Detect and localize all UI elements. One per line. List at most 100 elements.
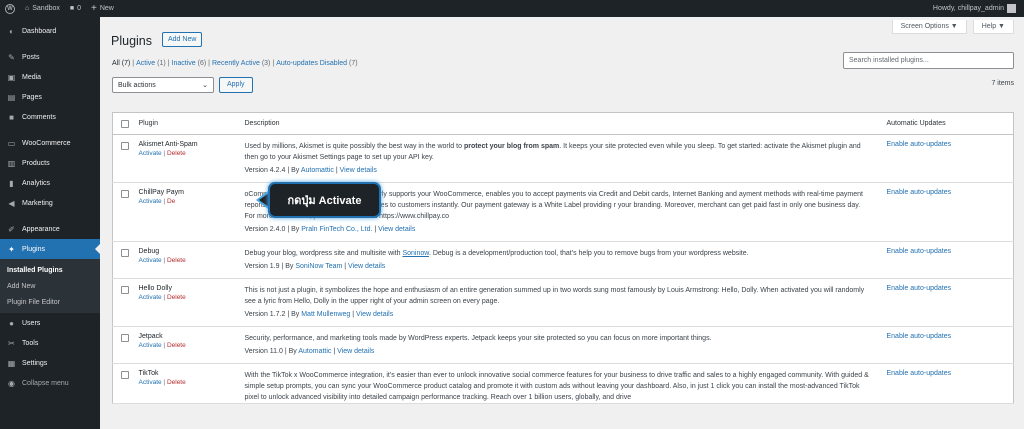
plugins-table: Plugin Description Automatic Updates Aki…	[112, 112, 1014, 404]
view-details-link[interactable]: View details	[340, 167, 377, 174]
menu-tools[interactable]: ✂ Tools	[0, 333, 100, 353]
menu-label: WooCommerce	[22, 139, 71, 147]
delete-link[interactable]: Delete	[167, 150, 186, 157]
delete-link[interactable]: Delete	[167, 257, 186, 264]
new-content-menu[interactable]: + New	[86, 0, 119, 17]
enable-auto-updates-link[interactable]: Enable auto-updates	[878, 363, 1014, 404]
row-checkbox[interactable]	[121, 190, 129, 198]
activate-link[interactable]: Activate	[139, 150, 162, 157]
bulk-actions-select[interactable]: Bulk actions ⌄	[112, 77, 214, 93]
apply-button[interactable]: Apply	[219, 77, 253, 93]
menu-users[interactable]: ● Users	[0, 313, 100, 333]
author-link[interactable]: Automattic	[301, 167, 334, 174]
table-row: Akismet Anti-Spam Activate | Delete Used…	[112, 134, 1014, 183]
filter-active[interactable]: Active (1)	[136, 60, 166, 67]
activate-link[interactable]: Activate	[139, 294, 162, 301]
comments-menu[interactable]: ■ 0	[65, 0, 86, 17]
menu-marketing[interactable]: ◀ Marketing	[0, 193, 100, 213]
activate-link[interactable]: Activate	[139, 379, 162, 386]
home-icon: ⌂	[25, 5, 30, 12]
my-account-menu[interactable]: Howdy, chillpay_admin	[933, 4, 1024, 13]
plugin-status-filters: All (7) | Active (1) | Inactive (6) | Re…	[112, 60, 358, 67]
column-plugin: Plugin	[132, 112, 245, 135]
menu-plugins[interactable]: ✦ Plugins	[0, 239, 100, 259]
wrench-icon: ✂	[8, 338, 15, 348]
items-count: 7 items	[991, 80, 1014, 87]
menu-pages[interactable]: ▤ Pages	[0, 87, 100, 107]
select-all-checkbox[interactable]	[121, 120, 129, 128]
submenu-installed-plugins[interactable]: Installed Plugins	[0, 262, 100, 278]
menu-analytics[interactable]: ▮ Analytics	[0, 173, 100, 193]
menu-collapse[interactable]: ◉ Collapse menu	[0, 373, 100, 393]
author-link[interactable]: Matt Mullenweg	[301, 311, 350, 318]
enable-auto-updates-link[interactable]: Enable auto-updates	[878, 134, 1014, 183]
plugin-description: With the TikTok x WooCommerce integratio…	[244, 372, 869, 401]
row-checkbox[interactable]	[121, 286, 129, 294]
screen-options-button[interactable]: Screen Options ▼	[891, 20, 967, 34]
filter-recently-active[interactable]: Recently Active (3)	[212, 60, 270, 67]
delete-link[interactable]: De	[167, 198, 175, 205]
soninow-link[interactable]: Soninow	[402, 250, 428, 257]
view-details-link[interactable]: View details	[337, 348, 374, 355]
avatar	[1007, 4, 1016, 13]
menu-settings[interactable]: ▦ Settings	[0, 353, 100, 373]
screen-meta-links: Screen Options ▼ Help ▼	[891, 20, 1014, 34]
row-checkbox[interactable]	[121, 142, 129, 150]
activate-link[interactable]: Activate	[139, 198, 162, 205]
view-details-link[interactable]: View details	[378, 226, 415, 233]
megaphone-icon: ◀	[8, 198, 15, 208]
plugin-description: Used by millions, Akismet is quite possi…	[244, 143, 861, 161]
delete-link[interactable]: Delete	[167, 379, 186, 386]
plugin-version-line: Version 11.0 | By Automattic | View deta…	[244, 348, 375, 355]
menu-label: Products	[22, 159, 50, 167]
enable-auto-updates-link[interactable]: Enable auto-updates	[878, 241, 1014, 279]
row-checkbox[interactable]	[121, 371, 129, 379]
add-new-button[interactable]: Add New	[162, 32, 203, 47]
plugin-version-line: Version 4.2.4 | By Automattic | View det…	[244, 167, 377, 174]
row-checkbox[interactable]	[121, 249, 129, 257]
author-link[interactable]: Automattic	[298, 348, 331, 355]
dashboard-icon: ◐	[9, 26, 14, 36]
admin-sidebar: ◐ Dashboard ✎ Posts ▣ Media ▤ Pages ■ Co…	[0, 17, 100, 429]
menu-comments[interactable]: ■ Comments	[0, 107, 100, 127]
menu-products[interactable]: ▥ Products	[0, 153, 100, 173]
wp-logo-menu[interactable]: W	[0, 0, 20, 17]
tutorial-callout: กดปุ่ม Activate	[270, 184, 379, 216]
menu-label: Marketing	[22, 199, 53, 207]
activate-link[interactable]: Activate	[139, 342, 162, 349]
delete-link[interactable]: Delete	[167, 294, 186, 301]
user-icon: ●	[9, 318, 14, 328]
filter-auto-updates-disabled[interactable]: Auto-updates Disabled (7)	[276, 60, 357, 67]
table-row: Jetpack Activate | Delete Security, perf…	[112, 326, 1014, 364]
search-input[interactable]: Search installed plugins...	[843, 52, 1014, 69]
plugin-name: Jetpack	[138, 333, 163, 340]
view-details-link[interactable]: View details	[356, 311, 393, 318]
page-title: Plugins	[111, 34, 152, 48]
table-row: Hello Dolly Activate | Delete This is no…	[112, 278, 1014, 327]
plugin-description: Debug your blog, wordpress site and mult…	[244, 250, 749, 257]
site-name-menu[interactable]: ⌂ Sandbox	[20, 0, 65, 17]
filter-all[interactable]: All (7)	[112, 60, 130, 67]
menu-label: Plugins	[22, 245, 45, 253]
main-content: Screen Options ▼ Help ▼ Plugins Add New …	[100, 17, 1024, 429]
plugin-name: TikTok	[138, 370, 159, 377]
submenu-add-new[interactable]: Add New	[0, 278, 100, 294]
plugin-description: This is not just a plugin, it symbolizes…	[244, 287, 865, 305]
author-link[interactable]: SoniNow Team	[295, 263, 342, 270]
enable-auto-updates-link[interactable]: Enable auto-updates	[878, 278, 1014, 327]
menu-woocommerce[interactable]: ▭ WooCommerce	[0, 133, 100, 153]
author-link[interactable]: Praln FinTech Co., Ltd.	[301, 226, 372, 233]
menu-posts[interactable]: ✎ Posts	[0, 47, 100, 67]
activate-link[interactable]: Activate	[139, 257, 162, 264]
enable-auto-updates-link[interactable]: Enable auto-updates	[878, 326, 1014, 364]
menu-media[interactable]: ▣ Media	[0, 67, 100, 87]
submenu-plugin-file-editor[interactable]: Plugin File Editor	[0, 294, 100, 310]
filter-inactive[interactable]: Inactive (6)	[172, 60, 207, 67]
enable-auto-updates-link[interactable]: Enable auto-updates	[878, 182, 1014, 242]
delete-link[interactable]: Delete	[167, 342, 186, 349]
view-details-link[interactable]: View details	[348, 263, 385, 270]
help-button[interactable]: Help ▼	[972, 20, 1014, 34]
row-checkbox[interactable]	[121, 334, 129, 342]
menu-appearance[interactable]: ✐ Appearance	[0, 219, 100, 239]
menu-dashboard[interactable]: ◐ Dashboard	[0, 21, 100, 41]
